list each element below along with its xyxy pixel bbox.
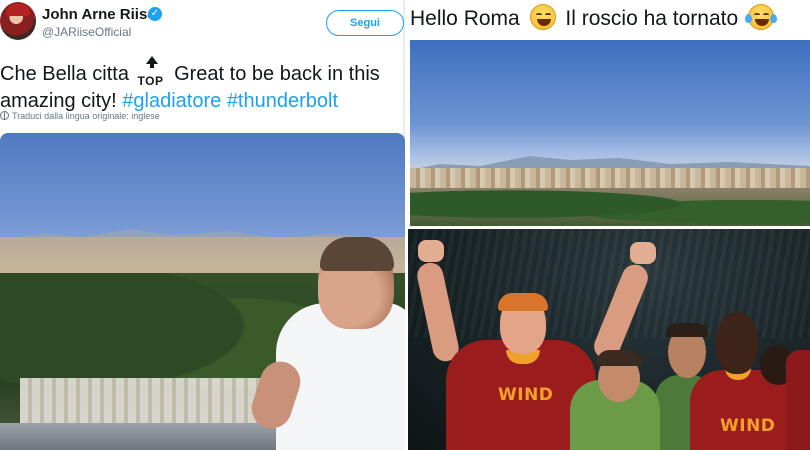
hashtag-thunderbolt[interactable]: #thunderbolt	[227, 90, 338, 112]
main-jersey-sponsor: WIND	[498, 385, 554, 405]
caption-hello-roma: Hello Roma	[410, 7, 520, 30]
foreground-trees	[410, 188, 810, 228]
main-player-right-fist	[630, 242, 656, 264]
emoji-mouth	[755, 19, 770, 26]
avatar-cap	[6, 4, 30, 16]
caption-roscio: Il roscio ha tornato	[565, 7, 739, 30]
grinning-face-emoji-icon	[529, 4, 556, 30]
player-bib-front-hair	[596, 350, 642, 366]
tweet-text: Che Bella citta TOP Great to be back in …	[0, 56, 402, 115]
right-player-head	[716, 312, 758, 374]
tweet-text-part1: Che Bella citta	[0, 63, 129, 85]
panel-divider-vertical	[405, 0, 408, 450]
player-bib-back-hair	[666, 323, 708, 337]
panel-divider-horizontal	[406, 226, 810, 229]
top-arrow-emoji-icon: TOP	[137, 56, 167, 88]
rome-panorama-photo[interactable]	[410, 40, 810, 228]
follow-button[interactable]: Segui	[326, 10, 404, 36]
emoji-tear-left	[745, 14, 753, 23]
terrace-umbrellas	[20, 378, 280, 423]
emoji-eye-right	[763, 13, 770, 16]
translate-label: Traduci dalla lingua originale: inglese	[12, 111, 160, 121]
far-right-player-torso	[786, 350, 810, 450]
caption-line: Hello Roma Il roscio ha tornato	[410, 2, 810, 38]
verified-badge-icon: ✓	[148, 7, 162, 21]
author-handle[interactable]: @JARiiseOfficial	[42, 25, 131, 39]
translate-link[interactable]: Traduci dalla lingua originale: inglese	[0, 111, 160, 121]
person-hair	[320, 237, 394, 271]
tweet-photo-rome-balcony[interactable]	[0, 133, 405, 450]
tweet-card: John Arne Riise ✓ @JARiiseOfficial Segui…	[0, 0, 405, 450]
emoji-eye-left	[754, 13, 761, 16]
face-with-tears-of-joy-emoji-icon	[745, 4, 778, 30]
author-avatar[interactable]	[0, 2, 36, 40]
globe-icon	[0, 111, 9, 120]
right-jersey-sponsor: WIND	[720, 416, 776, 436]
main-player-ginger-hair	[498, 293, 548, 311]
emoji-eye-right	[544, 13, 551, 16]
main-player-left-fist	[418, 240, 444, 262]
emoji-tear-right	[770, 14, 778, 23]
top-emoji-label: TOP	[137, 74, 164, 88]
author-name[interactable]: John Arne Riise	[42, 6, 156, 23]
emoji-eye-left	[535, 13, 542, 16]
emoji-mouth	[536, 19, 551, 26]
